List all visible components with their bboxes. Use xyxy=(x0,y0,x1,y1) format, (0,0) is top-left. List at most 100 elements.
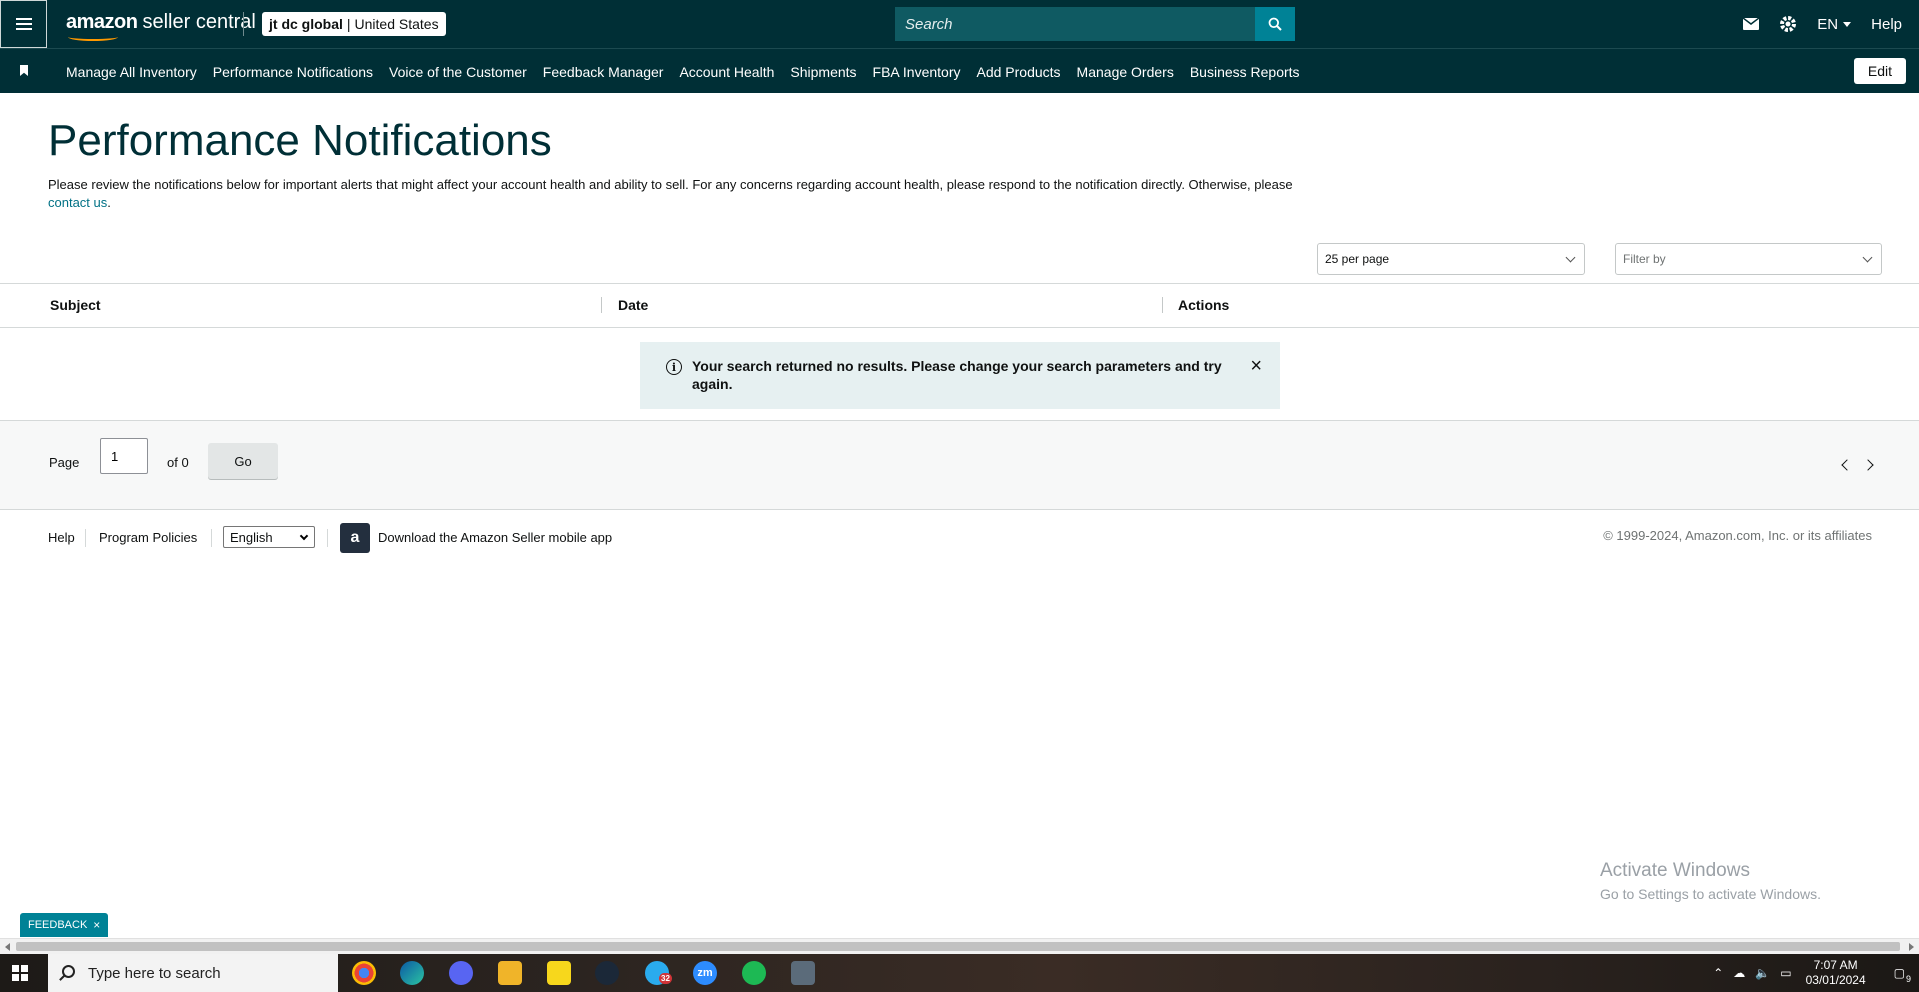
activate-windows-watermark: Activate Windows Go to Settings to activ… xyxy=(1600,860,1821,902)
nav-item-business-reports[interactable]: Business Reports xyxy=(1190,64,1300,80)
close-icon[interactable]: × xyxy=(93,918,100,932)
description-period: . xyxy=(107,195,111,210)
chevron-right-icon[interactable] xyxy=(1862,459,1874,471)
spotify-icon[interactable] xyxy=(742,961,766,985)
taskbar-search-placeholder: Type here to search xyxy=(88,964,221,982)
header-divider xyxy=(243,12,244,36)
per-page-select[interactable]: 25 per page xyxy=(1317,243,1585,275)
chevron-down-icon xyxy=(1862,252,1873,263)
clock[interactable]: 7:07 AM 03/01/2024 xyxy=(1806,958,1866,988)
chevron-down-icon xyxy=(1565,252,1576,263)
search-icon xyxy=(62,965,75,978)
bookmark-icon[interactable] xyxy=(20,65,28,76)
chrome-icon[interactable] xyxy=(352,961,376,985)
gear-icon[interactable] xyxy=(1779,15,1797,33)
calculator-icon[interactable] xyxy=(791,961,815,985)
edit-bookmarks-button[interactable]: Edit xyxy=(1853,58,1906,84)
mail-icon[interactable] xyxy=(1743,18,1760,30)
footer-language-select[interactable]: English xyxy=(223,526,315,548)
pagination-bar: Page of 0 Go xyxy=(0,421,1919,510)
top-header: amazon seller central jt dc global | Uni… xyxy=(0,0,1919,48)
footer-help-link[interactable]: Help xyxy=(48,530,75,545)
page-footer: Help Program Policies English a Download… xyxy=(0,521,1919,555)
account-switcher[interactable]: jt dc global | United States xyxy=(262,12,446,36)
footer-divider xyxy=(327,529,328,547)
nav-item-shipments[interactable]: Shipments xyxy=(790,64,856,80)
nav-item-manage-orders[interactable]: Manage Orders xyxy=(1077,64,1174,80)
nav-item-fba-inventory[interactable]: FBA Inventory xyxy=(873,64,961,80)
steam-icon[interactable] xyxy=(595,961,619,985)
footer-language-value: English xyxy=(230,529,273,545)
activate-title: Activate Windows xyxy=(1600,860,1750,881)
volume-icon[interactable]: 🔈 xyxy=(1755,966,1770,980)
sticky-notes-icon[interactable] xyxy=(547,961,571,985)
filter-placeholder: Filter by xyxy=(1623,252,1666,266)
page-label: Page xyxy=(49,455,80,470)
help-link[interactable]: Help xyxy=(1871,16,1902,33)
windows-start-icon[interactable] xyxy=(12,965,28,981)
discord-icon[interactable] xyxy=(449,961,473,985)
no-results-alert: i Your search returned no results. Pleas… xyxy=(640,342,1280,409)
horizontal-scrollbar[interactable] xyxy=(0,938,1919,954)
chevron-left-icon[interactable] xyxy=(1841,459,1853,471)
language-code: EN xyxy=(1817,15,1839,33)
edge-icon[interactable] xyxy=(400,961,424,985)
column-divider xyxy=(1162,297,1163,313)
go-button[interactable]: Go xyxy=(208,443,278,479)
contact-us-link[interactable]: contact us xyxy=(48,195,107,210)
nav-item-manage-all-inventory[interactable]: Manage All Inventory xyxy=(66,64,197,80)
nav-item-add-products[interactable]: Add Products xyxy=(976,64,1060,80)
network-icon[interactable]: ☁ xyxy=(1733,966,1745,980)
nav-item-performance-notifications[interactable]: Performance Notifications xyxy=(213,64,373,80)
marketplace-name: United States xyxy=(354,16,439,32)
telegram-icon[interactable]: 32 xyxy=(645,961,672,985)
windows-taskbar: Type here to search 32 zm ⌃ ☁ 🔈 ▭ 7:07 A… xyxy=(0,954,1919,992)
column-header-actions: Actions xyxy=(1178,297,1230,313)
nav-item-account-health[interactable]: Account Health xyxy=(679,64,774,80)
zoom-icon[interactable]: zm xyxy=(693,961,717,985)
nav-item-feedback-manager[interactable]: Feedback Manager xyxy=(543,64,664,80)
scroll-left-icon[interactable] xyxy=(5,943,10,951)
clock-time: 7:07 AM xyxy=(1813,958,1858,972)
page-total-label: of 0 xyxy=(167,455,189,470)
account-separator: | xyxy=(346,16,351,32)
feedback-label: FEEDBACK xyxy=(28,919,88,931)
feedback-tab[interactable]: FEEDBACK × xyxy=(20,913,109,937)
notification-center-icon[interactable]: ▢ 9 xyxy=(1894,966,1911,984)
bookmark-nav-items: Manage All Inventory Performance Notific… xyxy=(58,49,1308,94)
system-tray: ⌃ ☁ 🔈 ▭ 7:07 AM 03/01/2024 ▢ 9 xyxy=(1703,954,1919,992)
global-search xyxy=(895,7,1295,41)
amazon-seller-central-logo[interactable]: amazon seller central xyxy=(66,11,256,41)
table-header: Subject Date Actions xyxy=(0,284,1919,328)
search-icon xyxy=(1268,17,1282,31)
nav-item-voice-of-the-customer[interactable]: Voice of the Customer xyxy=(389,64,527,80)
notifications-table: Subject Date Actions i Your search retur… xyxy=(0,283,1919,421)
scroll-right-icon[interactable] xyxy=(1909,943,1914,951)
file-explorer-icon[interactable] xyxy=(498,961,522,985)
close-icon[interactable]: × xyxy=(1250,356,1262,376)
chevron-down-icon xyxy=(299,531,309,541)
activate-subtitle: Go to Settings to activate Windows. xyxy=(1600,886,1821,902)
column-header-date[interactable]: Date xyxy=(618,297,648,313)
chevron-up-icon[interactable]: ⌃ xyxy=(1713,966,1723,980)
scrollbar-thumb[interactable] xyxy=(16,942,1900,951)
column-divider xyxy=(601,297,602,313)
footer-divider xyxy=(211,529,212,547)
search-button[interactable] xyxy=(1255,7,1295,41)
page-description: Please review the notifications below fo… xyxy=(48,176,1328,212)
display-icon[interactable]: ▭ xyxy=(1780,966,1791,980)
search-input[interactable] xyxy=(895,7,1255,41)
seller-app-icon[interactable]: a xyxy=(340,523,370,553)
filter-by-select[interactable]: Filter by xyxy=(1615,243,1882,275)
hamburger-menu-button[interactable] xyxy=(0,0,47,48)
header-actions: EN Help xyxy=(1723,0,1902,48)
program-policies-link[interactable]: Program Policies xyxy=(99,530,197,545)
column-header-subject[interactable]: Subject xyxy=(50,297,101,313)
download-app-link[interactable]: Download the Amazon Seller mobile app xyxy=(378,530,612,545)
language-switcher[interactable]: EN xyxy=(1817,15,1852,33)
bookmark-nav-bar: Manage All Inventory Performance Notific… xyxy=(0,48,1919,93)
page-number-input[interactable] xyxy=(100,438,148,474)
hamburger-icon xyxy=(15,23,32,25)
logo-brand: amazon xyxy=(66,11,138,33)
taskbar-search[interactable]: Type here to search xyxy=(48,954,338,992)
